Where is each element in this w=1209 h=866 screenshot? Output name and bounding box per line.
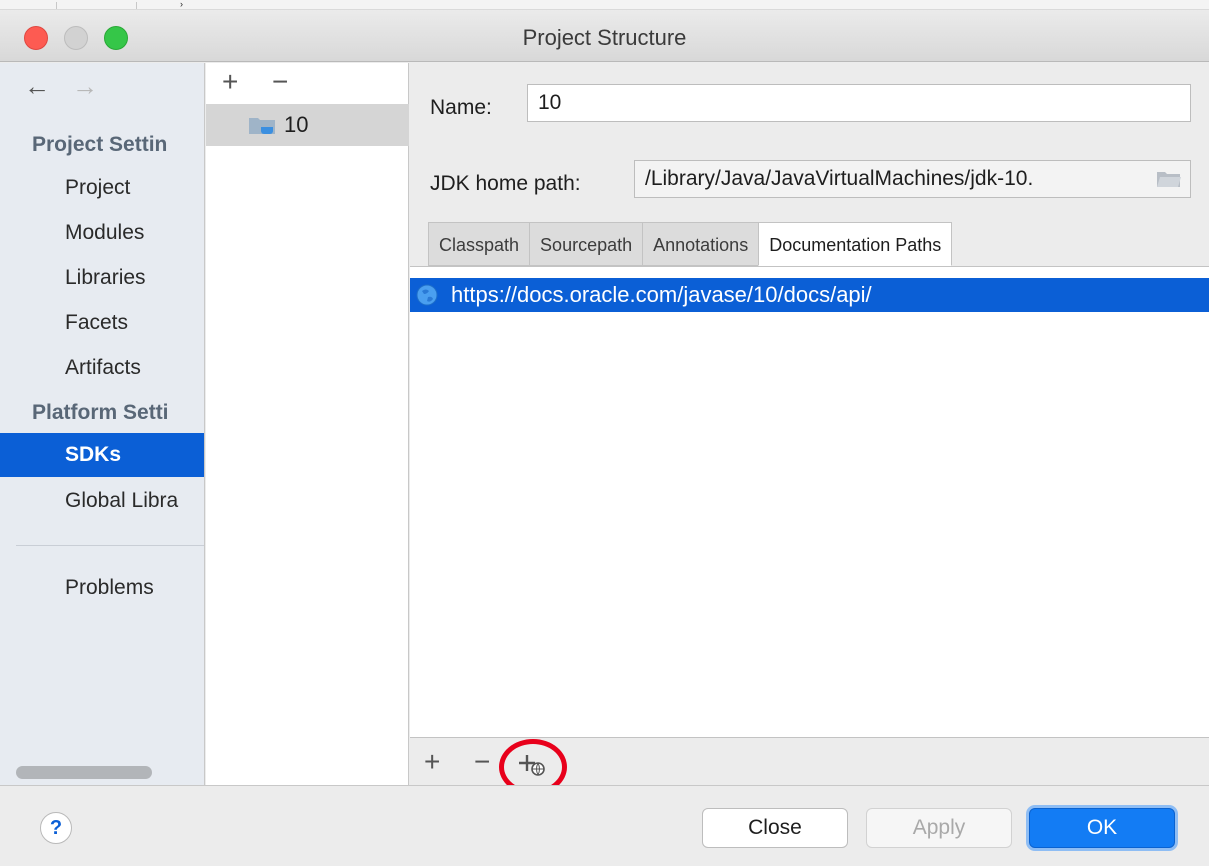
sidebar-item-modules[interactable]: Modules <box>0 211 204 255</box>
divider <box>16 545 204 546</box>
sidebar-item-global-libraries[interactable]: Global Libra <box>0 479 204 523</box>
paths-toolbar: + − <box>410 739 1209 795</box>
close-button[interactable]: Close <box>702 808 848 848</box>
sidebar-item-project[interactable]: Project <box>0 166 204 210</box>
help-button[interactable]: ? <box>40 812 72 844</box>
name-field[interactable]: 10 <box>527 84 1191 122</box>
window-title: Project Structure <box>522 25 687 50</box>
settings-sidebar: ← → Project Settin Project Modules Librar… <box>0 63 205 785</box>
jdk-home-path-field[interactable]: /Library/Java/JavaVirtualMachines/jdk-10… <box>634 160 1191 198</box>
sdk-tabs: Classpath Sourcepath Annotations Documen… <box>428 222 953 266</box>
sidebar-item-sdks[interactable]: SDKs <box>0 433 204 477</box>
add-sdk-button[interactable]: + <box>222 67 238 97</box>
section-project-settings: Project Settin <box>32 133 168 156</box>
sidebar-item-libraries[interactable]: Libraries <box>0 256 204 300</box>
add-path-button[interactable]: + <box>424 747 440 777</box>
sidebar-item-problems[interactable]: Problems <box>0 566 204 610</box>
sidebar-item-artifacts[interactable]: Artifacts <box>0 346 204 390</box>
documentation-url: https://docs.oracle.com/javase/10/docs/a… <box>451 282 872 307</box>
name-label: Name: <box>430 96 492 119</box>
sdk-item-label: 10 <box>284 112 309 137</box>
sdk-details-panel: Name: 10 JDK home path: /Library/Java/Ja… <box>410 63 1209 795</box>
globe-icon <box>416 284 438 306</box>
divider <box>136 2 137 9</box>
arrow-right-icon[interactable]: → <box>72 71 98 102</box>
apply-button[interactable]: Apply <box>866 808 1012 848</box>
tab-classpath[interactable]: Classpath <box>428 222 530 266</box>
sidebar-item-facets[interactable]: Facets <box>0 301 204 345</box>
sdk-list-panel: + − 10 <box>206 63 409 785</box>
tab-sourcepath[interactable]: Sourcepath <box>529 222 643 266</box>
nav-arrows: ← → <box>24 71 120 102</box>
background-window-edge: › <box>0 0 1209 10</box>
jdk-home-path-value: /Library/Java/JavaVirtualMachines/jdk-10… <box>645 167 1034 190</box>
section-platform-settings: Platform Setti <box>32 401 169 424</box>
caret-icon: › <box>180 0 183 9</box>
arrow-left-icon[interactable]: ← <box>24 71 50 102</box>
sdk-list-item[interactable]: 10 <box>206 104 409 146</box>
title-bar: Project Structure <box>0 10 1209 62</box>
divider <box>56 2 57 9</box>
jdk-folder-icon <box>249 118 275 134</box>
tab-documentation-paths[interactable]: Documentation Paths <box>758 222 953 266</box>
dialog-footer: ? Close Apply OK <box>0 785 1209 866</box>
horizontal-scrollbar[interactable] <box>16 766 152 779</box>
jdk-home-path-label: JDK home path: <box>430 172 581 195</box>
sdk-toolbar: + − <box>206 63 409 103</box>
tab-annotations[interactable]: Annotations <box>642 222 759 266</box>
remove-sdk-button[interactable]: − <box>272 67 288 97</box>
remove-path-button[interactable]: − <box>474 747 490 777</box>
documentation-paths-list: https://docs.oracle.com/javase/10/docs/a… <box>410 266 1209 738</box>
list-item[interactable]: https://docs.oracle.com/javase/10/docs/a… <box>410 278 1209 312</box>
ok-button[interactable]: OK <box>1029 808 1175 848</box>
folder-open-icon[interactable] <box>1156 169 1182 189</box>
project-structure-window: › Project Structure ← → Project Settin Pr… <box>0 0 1209 866</box>
